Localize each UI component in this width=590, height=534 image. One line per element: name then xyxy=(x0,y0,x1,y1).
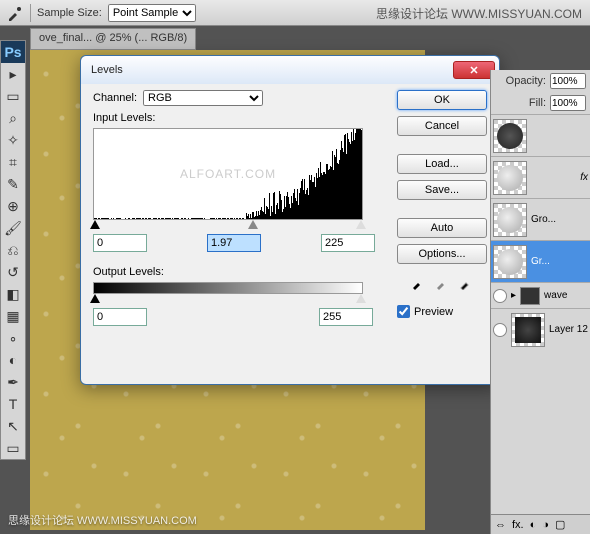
wand-tool-icon[interactable]: ✧ xyxy=(1,129,25,151)
gray-eyedropper-icon[interactable] xyxy=(435,276,449,293)
dodge-tool-icon[interactable]: ◐ xyxy=(1,349,25,371)
output-black-field[interactable] xyxy=(93,308,147,326)
document-tab[interactable]: ove_final... @ 25% (... RGB/8) xyxy=(30,28,196,50)
layer-thumb xyxy=(493,203,527,237)
output-white-field[interactable] xyxy=(319,308,373,326)
output-white-slider[interactable] xyxy=(356,294,366,303)
eraser-tool-icon[interactable]: ◧ xyxy=(1,283,25,305)
layers-panel: Opacity: Fill: fx Gro... Gr... ▸ wave Lay… xyxy=(490,70,590,534)
sample-size-select[interactable]: Point Sample xyxy=(108,4,196,22)
layers-panel-bottom: ⇔ fx. ◐ ◑ ▢ xyxy=(491,514,590,534)
output-black-slider[interactable] xyxy=(90,294,100,303)
adjustment-icon[interactable]: ◑ xyxy=(542,519,549,531)
layer-name: Gr... xyxy=(531,256,550,267)
save-button[interactable]: Save... xyxy=(397,180,487,200)
dialog-title: Levels xyxy=(91,64,453,76)
folder-icon[interactable]: ▢ xyxy=(555,518,565,531)
channel-label: Channel: xyxy=(93,92,137,104)
layer-thumb xyxy=(493,161,527,195)
layer-row[interactable]: fx xyxy=(491,156,590,198)
options-button[interactable]: Options... xyxy=(397,244,487,264)
input-white-field[interactable] xyxy=(321,234,375,252)
visibility-icon[interactable] xyxy=(493,289,507,303)
histogram-watermark: ALFOART.COM xyxy=(180,167,276,181)
options-bar: Sample Size: Point Sample 思缘设计论坛 WWW.MIS… xyxy=(0,0,590,26)
layer-thumb xyxy=(511,313,545,347)
preview-label: Preview xyxy=(414,306,453,318)
lasso-tool-icon[interactable]: ⌕ xyxy=(1,107,25,129)
layer-name: Gro... xyxy=(531,214,556,225)
layer-thumb xyxy=(493,245,527,279)
crop-tool-icon[interactable]: ⌗ xyxy=(1,151,25,173)
black-point-slider[interactable] xyxy=(90,220,100,229)
history-brush-icon[interactable]: ↺ xyxy=(1,261,25,283)
link-icon[interactable]: ⇔ xyxy=(495,519,506,531)
dialog-titlebar[interactable]: Levels ✕ xyxy=(81,56,499,84)
chevron-right-icon[interactable]: ▸ xyxy=(511,290,516,301)
gradient-tool-icon[interactable]: ▦ xyxy=(1,305,25,327)
ps-icon[interactable]: Ps xyxy=(1,41,25,63)
healing-tool-icon[interactable]: ⊕ xyxy=(1,195,25,217)
visibility-icon[interactable] xyxy=(493,323,507,337)
fx-icon[interactable]: fx. xyxy=(512,519,524,531)
layer-thumb xyxy=(493,119,527,153)
marquee-tool-icon[interactable]: ▭ xyxy=(1,85,25,107)
input-mid-field[interactable] xyxy=(207,234,261,252)
mask-icon[interactable]: ◐ xyxy=(530,519,537,531)
close-button[interactable]: ✕ xyxy=(453,61,495,79)
watermark-bottom: 思缘设计论坛 WWW.MISSYUAN.COM xyxy=(8,512,197,528)
channel-select[interactable]: RGB xyxy=(143,90,263,106)
layer-row[interactable]: Gro... xyxy=(491,198,590,240)
black-eyedropper-icon[interactable] xyxy=(411,276,425,293)
midtone-slider[interactable] xyxy=(248,220,258,229)
blur-tool-icon[interactable]: ∘ xyxy=(1,327,25,349)
eyedropper-icon xyxy=(6,4,24,22)
layer-row-selected[interactable]: Gr... xyxy=(491,240,590,282)
preview-checkbox[interactable] xyxy=(397,305,410,318)
layer-row[interactable]: ▸ wave xyxy=(491,282,590,308)
output-levels-label: Output Levels: xyxy=(93,266,373,278)
folder-thumb xyxy=(520,287,540,305)
ok-button[interactable]: OK xyxy=(397,90,487,110)
path-tool-icon[interactable]: ↖ xyxy=(1,415,25,437)
white-point-slider[interactable] xyxy=(356,220,366,229)
output-sliders[interactable] xyxy=(93,294,363,306)
layer-row[interactable] xyxy=(491,114,590,156)
opacity-label: Opacity: xyxy=(495,75,546,87)
auto-button[interactable]: Auto xyxy=(397,218,487,238)
layer-name: Layer 12 xyxy=(549,324,588,335)
fill-field[interactable] xyxy=(550,95,586,111)
type-tool-icon[interactable]: T xyxy=(1,393,25,415)
levels-dialog: Levels ✕ Channel: RGB Input Levels: ALFO… xyxy=(80,55,500,385)
white-eyedropper-icon[interactable] xyxy=(459,276,473,293)
input-black-field[interactable] xyxy=(93,234,147,252)
input-levels-label: Input Levels: xyxy=(93,112,373,124)
histogram: ALFOART.COM xyxy=(93,128,363,220)
brush-tool-icon[interactable]: 🖌 xyxy=(1,217,25,239)
cancel-button[interactable]: Cancel xyxy=(397,116,487,136)
pen-tool-icon[interactable]: ✒ xyxy=(1,371,25,393)
layer-row[interactable]: Layer 12 xyxy=(491,308,590,350)
opacity-field[interactable] xyxy=(550,73,586,89)
tools-palette: Ps ▸ ▭ ⌕ ✧ ⌗ ✎ ⊕ 🖌 ⎌ ↺ ◧ ▦ ∘ ◐ ✒ T ↖ ▭ xyxy=(0,40,26,460)
eyedropper-tool-icon[interactable]: ✎ xyxy=(1,173,25,195)
shape-tool-icon[interactable]: ▭ xyxy=(1,437,25,459)
input-sliders[interactable] xyxy=(93,220,363,232)
layer-name: wave xyxy=(544,290,567,301)
watermark-top: 思缘设计论坛 WWW.MISSYUAN.COM xyxy=(376,5,582,22)
fill-label: Fill: xyxy=(495,97,546,109)
stamp-tool-icon[interactable]: ⎌ xyxy=(1,239,25,261)
sample-size-label: Sample Size: xyxy=(37,7,102,19)
output-gradient xyxy=(93,282,363,294)
load-button[interactable]: Load... xyxy=(397,154,487,174)
move-tool-icon[interactable]: ▸ xyxy=(1,63,25,85)
preview-checkbox-row[interactable]: Preview xyxy=(397,305,487,318)
